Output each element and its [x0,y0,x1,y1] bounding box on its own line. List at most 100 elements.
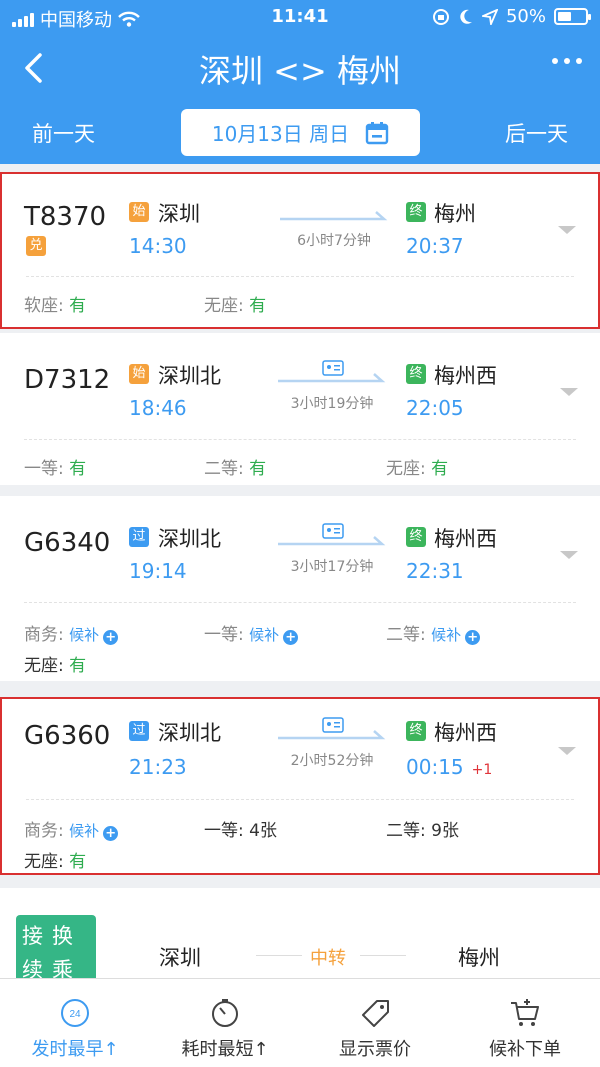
pass-through-tag: 过 [129,527,149,547]
battery-percent: 50% [505,6,546,27]
seat-standing: 无座: 有 [386,459,449,479]
transfer-label: 中转 [310,948,346,969]
duration: 2小时52分钟 [290,753,374,769]
duration: 6小时7分钟 [297,233,371,249]
duration: 3小时19分钟 [290,396,374,412]
terminal-tag: 终 [406,721,426,741]
train-number: T8370 [24,202,107,232]
seat-standing: 无座: 有 [24,852,87,872]
to-station: 梅州 [434,202,476,226]
from-station: 深圳北 [158,364,221,388]
tab-label: 显示票价 [339,1039,411,1060]
show-price-tab[interactable]: 显示票价 [300,979,450,1067]
direction-arrow-icon [280,211,388,221]
add-waitlist-icon: + [465,630,481,645]
orientation-lock-icon [432,8,449,25]
terminal-tag: 终 [406,202,426,222]
tab-label: 耗时最短↑ [181,1039,269,1060]
seat-business[interactable]: 商务: 候补 + [24,816,119,841]
transfer-to: 梅州 [458,946,500,970]
chevron-down-icon[interactable] [558,747,576,755]
add-waitlist-icon: + [283,630,299,645]
from-station: 深圳 [158,202,200,226]
add-waitlist-icon: + [103,630,119,645]
arrive-time: 22:05 [406,396,464,420]
arrive-time: 00:15 +1 [406,755,493,779]
divider [256,955,302,956]
date-label: 10月13日 周日 [211,122,350,146]
chevron-down-icon[interactable] [558,226,576,234]
pass-through-tag: 过 [129,721,149,741]
seat-first-class: 一等: 有 [24,459,87,479]
to-station: 梅州西 [434,527,497,551]
location-icon [481,8,498,25]
seat-standing: 无座: 有 [204,296,267,316]
duration: 3小时17分钟 [290,559,374,575]
direction-arrow-icon [278,536,386,546]
train-card-t8370[interactable]: T8370 兑 始 深圳 14:30 6小时7分钟 终 梅州 20:37 软座:… [0,172,600,329]
divider [26,799,574,800]
date-picker[interactable]: 10月13日 周日 [181,109,420,156]
train-card-g6340[interactable]: G6340 过 深圳北 19:14 3小时17分钟 终 梅州西 22:31 商务… [0,496,600,681]
sort-shortest-tab[interactable]: 耗时最短↑ [150,979,300,1067]
prev-day-button[interactable]: 前一天 [32,118,95,148]
transfer-card[interactable]: 接换续乘 深圳 中转 梅州 [0,888,600,978]
divider [24,439,576,440]
direction-arrow-icon [278,730,386,740]
terminal-tag: 终 [406,364,426,384]
status-bar: 中国移动 11:41 50% [0,0,600,34]
arrive-time: 22:31 [406,559,464,583]
depart-time: 19:14 [129,559,187,583]
battery-icon [554,8,591,25]
seat-first-class: 一等: 4张 [204,821,277,841]
arrive-time: 20:37 [406,234,464,258]
transfer-badge: 接换续乘 [16,915,96,978]
clock-24-icon: 24 [61,999,89,1027]
origin-tag: 始 [129,364,149,384]
direction-arrow-icon [278,373,386,383]
add-waitlist-icon: + [103,826,119,841]
seat-second-class: 二等: 有 [204,459,267,479]
calendar-icon [365,121,389,144]
next-day-badge: +1 [471,762,493,778]
seat-first-class[interactable]: 一等: 候补 + [204,620,299,645]
depart-time: 18:46 [129,396,187,420]
depart-time: 14:30 [129,234,187,258]
header: 中国移动 11:41 50% 深圳 <> 梅州 前一天 10月13日 周日 后一… [0,0,600,164]
from-station: 深圳北 [158,527,221,551]
divider [24,602,576,603]
to-station: 梅州西 [434,364,497,388]
price-tag-icon [362,1000,389,1027]
next-day-button[interactable]: 后一天 [505,118,568,148]
from-station: 深圳北 [158,721,221,745]
sort-earliest-tab[interactable]: 24 发时最早↑ [0,979,150,1067]
seat-standing: 无座: 有 [24,656,87,676]
bottom-toolbar: 24 发时最早↑ 耗时最短↑ 显示票价 候补下单 [0,978,600,1067]
tab-label: 发时最早↑ [31,1039,119,1060]
svg-text:24: 24 [69,1009,81,1020]
waitlist-order-tab[interactable]: 候补下单 [450,979,600,1067]
seat-second-class: 二等: 9张 [386,821,459,841]
tab-label: 候补下单 [489,1039,561,1060]
train-card-d7312[interactable]: D7312 始 深圳北 18:46 3小时19分钟 终 梅州西 22:05 一等… [0,333,600,485]
timer-icon [212,999,238,1027]
train-card-g6360[interactable]: G6360 过 深圳北 21:23 2小时52分钟 终 梅州西 00:15 +1 … [0,697,600,875]
train-number: G6340 [24,528,111,558]
divider [360,955,406,956]
divider [26,276,574,277]
seat-second-class[interactable]: 二等: 候补 + [386,620,481,645]
transfer-from: 深圳 [159,946,201,970]
chevron-down-icon[interactable] [560,551,578,559]
more-icon[interactable] [552,58,582,64]
seat-business[interactable]: 商务: 候补 + [24,620,119,645]
chevron-down-icon[interactable] [560,388,578,396]
train-number: G6360 [24,721,111,751]
to-station: 梅州西 [434,721,497,745]
page-title: 深圳 <> 梅州 [199,52,401,90]
exchange-tag: 兑 [26,236,46,256]
depart-time: 21:23 [129,755,187,779]
seat-soft: 软座: 有 [24,296,87,316]
origin-tag: 始 [129,202,149,222]
train-number: D7312 [24,365,111,395]
cart-plus-icon [511,999,539,1026]
